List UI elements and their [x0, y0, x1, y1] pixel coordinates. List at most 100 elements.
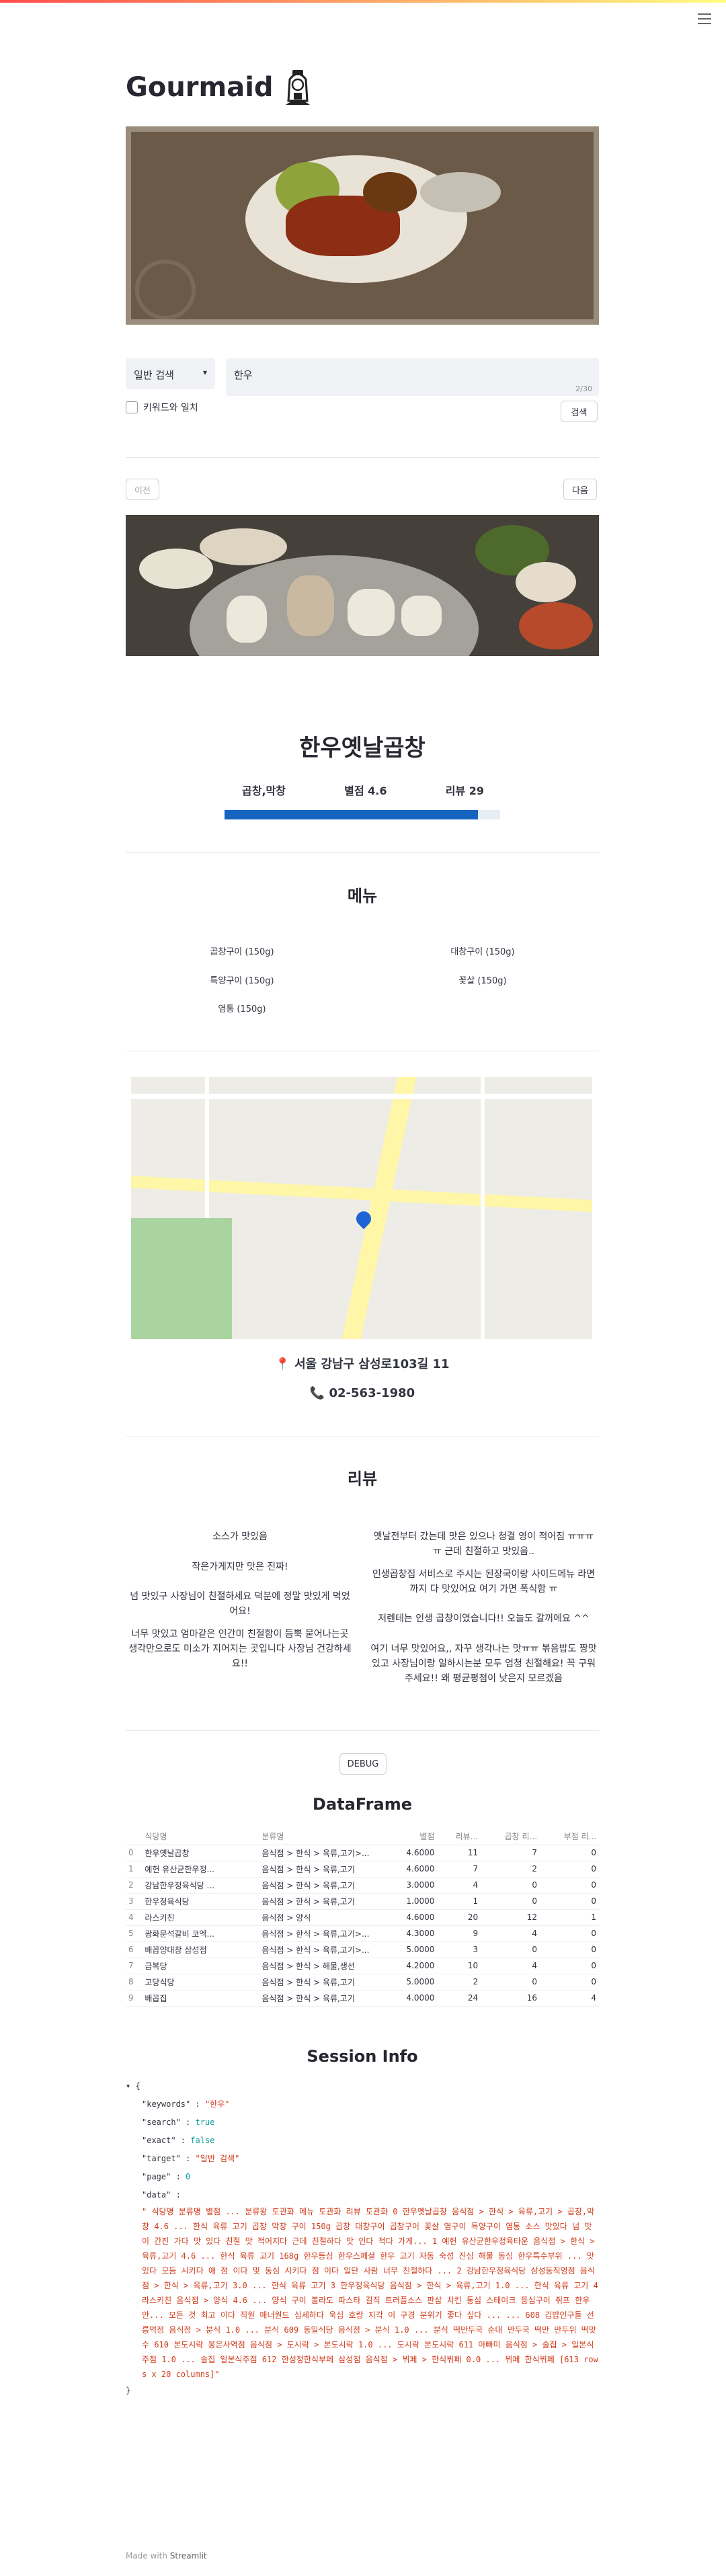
json-row-page: "page" : 0 — [142, 2172, 191, 2181]
search-mode-select[interactable]: 일반 검색 ▾ — [126, 358, 215, 389]
session-json-viewer[interactable]: ▾ { "keywords" : "한우" "search" : true "e… — [126, 2077, 599, 2400]
session-heading: Session Info — [307, 2047, 418, 2066]
table-cell: 0 — [540, 1958, 599, 1974]
table-cell: 0 — [540, 1861, 599, 1878]
table-row[interactable]: 3 한우정육식당 음식점 > 한식 > 육류,고기 1.0000 1 0 0 — [126, 1893, 599, 1910]
table-cell: 7 — [437, 1861, 481, 1878]
table-cell: 0 — [481, 1941, 540, 1958]
category-label: 곱창,막창 — [242, 784, 286, 797]
json-value: 0 — [186, 2172, 191, 2181]
table-row[interactable]: 5 광화문석갈비 코엑... 음식점 > 한식 > 육류,고기>... 4.3000 9… — [126, 1925, 599, 1942]
table-cell: 라스키친 — [142, 1909, 259, 1926]
table-cell: 1 — [540, 1909, 599, 1926]
table-row[interactable]: 0 한우옛날곱창 음식점 > 한식 > 육류,고기>... 4.6000 11 7 0 — [126, 1845, 599, 1861]
column-header[interactable] — [126, 1828, 143, 1845]
rating-progress-bar — [225, 810, 500, 819]
row-index: 1 — [126, 1861, 143, 1878]
menu-item: 특양구이 (150g) — [210, 976, 274, 986]
table-cell: 9 — [437, 1925, 481, 1942]
restaurant-photo — [126, 515, 599, 656]
char-counter: 2/30 — [575, 385, 592, 393]
menu-item: 대창구이 (150g) — [450, 947, 515, 957]
table-cell: 음식점 > 한식 > 육류,고기>... — [259, 1941, 385, 1958]
table-cell: 광화문석갈비 코엑... — [142, 1925, 259, 1942]
search-button[interactable]: 검색 — [561, 401, 598, 422]
json-close-brace: } — [126, 2386, 131, 2395]
dataframe-heading: DataFrame — [313, 1795, 412, 1814]
chevron-down-icon: ▾ — [202, 368, 207, 377]
search-mode-value: 일반 검색 — [134, 369, 174, 381]
table-row[interactable]: 9 배꼽집 음식점 > 한식 > 육류,고기 4.0000 24 16 4 — [126, 1990, 599, 2007]
table-cell: 배꼽집 — [142, 1990, 259, 2007]
row-index: 0 — [126, 1845, 143, 1861]
table-cell: 음식점 > 한식 > 육류,고기>... — [259, 1845, 385, 1861]
column-header[interactable]: 리뷰... — [437, 1828, 481, 1845]
table-row[interactable]: 7 금복당 음식점 > 한식 > 해물,생선 4.2000 10 4 0 — [126, 1958, 599, 1974]
table-cell: 24 — [437, 1990, 481, 2007]
table-cell: 3 — [437, 1941, 481, 1958]
hamburger-menu-icon[interactable] — [698, 13, 711, 24]
location-map[interactable] — [131, 1077, 592, 1339]
table-cell: 3.0000 — [385, 1877, 438, 1894]
divider — [126, 1730, 599, 1731]
search-input[interactable]: 한우 2/30 — [226, 358, 599, 396]
table-cell: 4.2000 — [385, 1958, 438, 1974]
menu-item: 꽃살 (150g) — [458, 976, 507, 986]
exact-match-checkbox[interactable]: 키워드와 일치 — [126, 401, 198, 414]
table-cell: 0 — [481, 1974, 540, 1990]
table-row[interactable]: 2 강남한우정육식당 ... 음식점 > 한식 > 육류,고기 3.0000 4 0 0 — [126, 1877, 599, 1894]
table-cell: 한우옛날곱창 — [142, 1845, 259, 1861]
dataframe-table[interactable]: 식당명 분류명 별점 리뷰... 곱창 리... 부점 리... 0 한우옛날곱창 음식점 >… — [126, 1828, 599, 2030]
app-logo: Gourmaid — [126, 66, 315, 109]
debug-button[interactable]: DEBUG — [339, 1753, 387, 1775]
restaurant-address: 📍 서울 강남구 삼성로103길 11 — [275, 1357, 450, 1371]
table-row[interactable]: 4 라스키친 음식점 > 양식 4.6000 20 12 1 — [126, 1909, 599, 1926]
row-index: 9 — [126, 1990, 143, 2007]
exact-match-label: 키워드와 일치 — [143, 403, 198, 413]
review-item: 저렌테는 인생 곱창이였습니다!! 오늘도 갈꺼에요 ^^ — [378, 1613, 590, 1624]
table-cell: 음식점 > 한식 > 해물,생선 — [259, 1958, 385, 1974]
table-cell: 5.0000 — [385, 1941, 438, 1958]
menu-item: 곱창구이 (150g) — [210, 947, 274, 957]
prev-button[interactable]: 이전 — [126, 479, 159, 500]
table-cell: 4.6000 — [385, 1909, 438, 1926]
table-row[interactable]: 1 예헌 유산균한우정... 음식점 > 한식 > 육류,고기 4.6000 7 2 0 — [126, 1861, 599, 1878]
json-row-target: "target" : "일반 검색" — [142, 2154, 240, 2163]
row-index: 7 — [126, 1958, 143, 1974]
row-index: 6 — [126, 1941, 143, 1958]
json-row-search: "search" : true — [142, 2118, 215, 2127]
json-key: "target" — [142, 2154, 181, 2163]
review-item: 작은가게지만 맛은 진짜! — [192, 1562, 288, 1572]
column-header[interactable]: 부점 리... — [540, 1828, 599, 1845]
json-row-data: "data" : — [142, 2190, 181, 2200]
table-cell: 4.6000 — [385, 1861, 438, 1878]
next-button[interactable]: 다음 — [563, 479, 597, 500]
table-cell: 4.3000 — [385, 1925, 438, 1942]
rating-progress-fill — [225, 810, 479, 819]
table-cell: 4.0000 — [385, 1990, 438, 2007]
table-row[interactable]: 8 고당식당 음식점 > 한식 > 육류,고기 5.0000 2 0 0 — [126, 1974, 599, 1990]
column-header[interactable]: 분류명 — [259, 1828, 385, 1845]
table-header-row: 식당명 분류명 별점 리뷰... 곱창 리... 부점 리... — [126, 1828, 599, 1845]
footer-brand-link[interactable]: Streamlit — [170, 2551, 207, 2561]
json-value: "일반 검색" — [195, 2154, 240, 2163]
table-cell: 1.0000 — [385, 1893, 438, 1910]
divider — [126, 852, 599, 853]
table-row[interactable]: 6 배꼽양대창 삼성점 음식점 > 한식 > 육류,고기>... 5.0000 3 0 0 — [126, 1941, 599, 1958]
column-header[interactable]: 식당명 — [142, 1828, 259, 1845]
footer: Made with Streamlit — [126, 2551, 207, 2561]
review-item: 소스가 맛있음 — [212, 1531, 268, 1542]
row-index: 4 — [126, 1909, 143, 1926]
hero-food-image — [126, 126, 599, 325]
table-cell: 음식점 > 한식 > 육류,고기 — [259, 1974, 385, 1990]
restaurant-name: 한우옛날곱창 — [299, 735, 426, 762]
checkbox-box[interactable] — [126, 401, 138, 413]
table-cell: 1 — [437, 1893, 481, 1910]
column-header[interactable]: 별점 — [385, 1828, 438, 1845]
review-item: 넘 맛있구 사장님이 친절하세요 덕분에 정말 맛있게 먹었어요! — [130, 1591, 350, 1617]
table-cell: 11 — [437, 1845, 481, 1861]
json-key: "search" — [142, 2118, 181, 2127]
column-header[interactable]: 곱창 리... — [481, 1828, 540, 1845]
table-cell: 금복당 — [142, 1958, 259, 1974]
json-data-value: " 식당명 분류명 별점 ... 분류왕 토관화 메뉴 토관화 리뷰 토관화 0… — [142, 2207, 598, 2379]
